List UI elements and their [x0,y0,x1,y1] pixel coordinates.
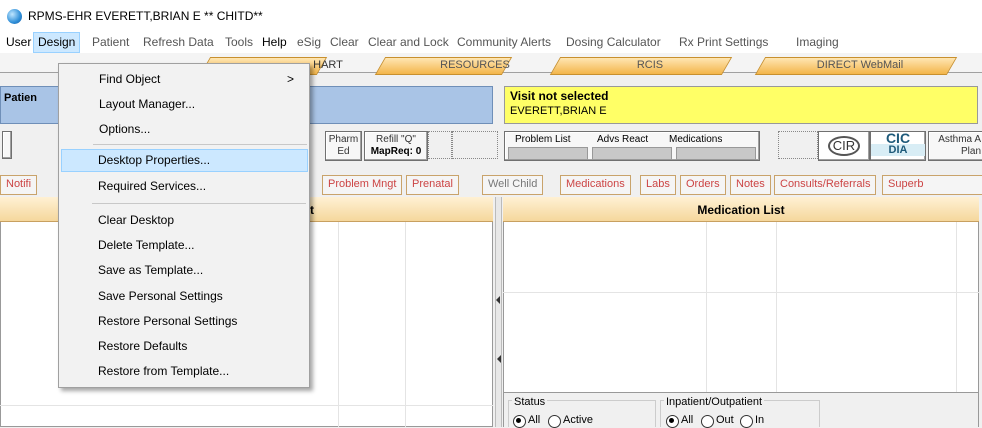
tab-notes[interactable]: Notes [730,175,771,195]
status-active-label: Active [563,414,593,426]
status-active-radio[interactable] [548,415,561,428]
menu-restore-personal-settings[interactable]: Restore Personal Settings [98,314,237,328]
menu-clear-desktop[interactable]: Clear Desktop [98,213,174,227]
chevron-right-icon: > [287,72,295,86]
window-title: RPMS-EHR EVERETT,BRIAN E ** CHITD** [28,9,263,23]
menu-patient[interactable]: Patient [92,35,129,49]
menu-find-object[interactable]: Find Object [99,72,160,86]
tab-consults-referrals[interactable]: Consults/Referrals [774,175,877,195]
menu-restore-from-template[interactable]: Restore from Template... [98,364,229,378]
menu-bar: User Design Patient Refresh Data Tools H… [0,32,982,53]
inout-group-label: Inpatient/Outpatient [664,396,765,408]
menu-dosing-calculator[interactable]: Dosing Calculator [566,35,661,49]
inout-all-label: All [681,414,694,426]
grid-line [0,405,493,406]
medication-list-title: Medication List [697,203,785,217]
asthma-label: Asthma A [938,134,981,145]
pharm-label: Pharm [328,134,359,145]
visit-patient-name: EVERETT,BRIAN E [510,105,607,117]
tab-orders[interactable]: Orders [680,175,726,195]
advs-react-label: Advs React [597,134,649,145]
inout-in-radio[interactable] [740,415,753,428]
visit-status: Visit not selected [510,89,609,103]
inout-all-radio[interactable] [666,415,679,428]
grid-line [706,222,707,392]
tab-well-child[interactable]: Well Child [482,175,544,195]
grid-line [776,222,777,392]
dotted-spacer [452,131,498,159]
menu-layout-manager[interactable]: Layout Manager... [99,97,195,111]
menu-imaging[interactable]: Imaging [796,35,839,49]
menu-community-alerts[interactable]: Community Alerts [457,35,551,49]
menu-save-as-template[interactable]: Save as Template... [98,263,203,277]
menu-delete-template[interactable]: Delete Template... [98,238,195,252]
inout-out-label: Out [716,414,734,426]
inout-out-radio[interactable] [701,415,714,428]
status-all-radio[interactable] [513,415,526,428]
pharm-ed-button[interactable]: Pharm Ed [325,131,362,161]
grid-line [956,222,957,392]
menu-help[interactable]: Help [262,35,287,49]
menu-refresh-data[interactable]: Refresh Data [143,35,214,49]
menu-separator [92,203,306,204]
tab-direct-webmail[interactable]: DIRECT WebMail [800,57,920,73]
menu-desktop-properties[interactable]: Desktop Properties... [98,153,210,167]
tab-labs[interactable]: Labs [640,175,676,195]
menu-user[interactable]: User [6,35,31,49]
app-globe-icon [7,9,22,24]
menu-clear-and-lock[interactable]: Clear and Lock [368,35,449,49]
dotted-spacer [428,131,452,159]
menu-tools[interactable]: Tools [225,35,253,49]
splitter-left-arrow-icon[interactable] [496,296,500,304]
grid-line [503,292,979,293]
menu-restore-defaults[interactable]: Restore Defaults [98,339,187,353]
dotted-spacer [778,131,818,159]
grid-line [405,222,406,427]
menu-design[interactable]: Design [33,32,81,53]
tab-medications[interactable]: Medications [560,175,631,195]
cic-dia-button[interactable]: CIC DIA [870,131,926,161]
menu-rx-print-settings[interactable]: Rx Print Settings [679,35,768,49]
splitter-left-arrow-icon[interactable] [497,355,501,363]
ed-label: Ed [337,146,350,157]
menu-options[interactable]: Options... [99,122,150,136]
tab-resources[interactable]: RESOURCES [430,57,520,73]
menu-separator [93,144,307,145]
inout-in-label: In [755,414,765,426]
refill-button[interactable]: Refill "Q" MapReq: 0 [364,131,428,161]
medications-label: Medications [669,134,723,145]
cir-label: CIR [827,136,861,156]
patient-label: Patien [4,92,38,104]
status-all-label: All [528,414,541,426]
tab-chart[interactable]: HART [308,57,348,73]
tab-notifications[interactable]: Notifi [0,175,38,195]
refill-label: Refill "Q" [376,134,416,145]
menu-save-personal-settings[interactable]: Save Personal Settings [98,289,223,303]
tab-rcis[interactable]: RCIS [620,57,680,73]
panel-splitter[interactable] [495,197,502,427]
plan-label: Plan [960,146,981,157]
tab-problem-mngt[interactable]: Problem Mngt [322,175,403,195]
asthma-plan-button[interactable]: Asthma A Plan [928,131,982,161]
menu-clear[interactable]: Clear [330,35,359,49]
medications-field [676,147,756,160]
menu-required-services[interactable]: Required Services... [98,179,206,193]
cir-button[interactable]: CIR [818,131,870,161]
cic-label: CIC [885,130,911,146]
grid-line [338,222,339,427]
tab-superbill[interactable]: Superb [882,175,982,195]
problem-list-label: Problem List [515,134,571,145]
problem-list-field [508,147,588,160]
status-group-label: Status [512,396,548,408]
toolbar-edge-button[interactable] [2,131,12,159]
menu-esig[interactable]: eSig [297,35,321,49]
tab-prenatal[interactable]: Prenatal [406,175,459,195]
dia-label: DIA [871,144,925,156]
mapreq-label: MapReq: 0 [370,146,422,157]
left-header-label: t [310,203,314,217]
advs-react-field [592,147,672,160]
